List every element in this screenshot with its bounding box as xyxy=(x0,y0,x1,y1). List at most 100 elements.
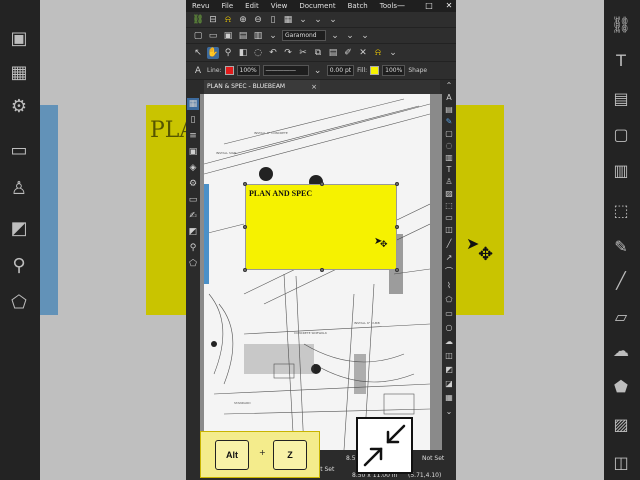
chevron-down-icon[interactable]: ⌄ xyxy=(327,14,339,26)
fill-color-swatch[interactable] xyxy=(370,66,380,75)
menu-batch[interactable]: Batch xyxy=(342,2,374,10)
line-style-select[interactable]: ――――― xyxy=(262,65,309,76)
resize-handle-ml[interactable] xyxy=(243,225,247,229)
cloud-tool-icon[interactable]: ◌ xyxy=(443,140,455,151)
properties-icon[interactable]: ⚙ xyxy=(187,178,199,190)
textbox-markup[interactable]: PLAN AND SPEC xyxy=(243,182,399,272)
bell-icon[interactable]: ⍾ xyxy=(222,14,234,26)
line-tool-icon[interactable]: ╱ xyxy=(443,238,455,249)
paste-icon[interactable]: ▤ xyxy=(327,47,339,59)
resize-handle-tl[interactable] xyxy=(243,182,247,186)
stamp-icon[interactable]: ▥ xyxy=(252,30,264,42)
delete-icon[interactable]: ✕ xyxy=(357,47,369,59)
markups-icon[interactable]: ≡ xyxy=(187,130,199,142)
resize-handle-bm[interactable] xyxy=(320,268,324,272)
measure-icon[interactable]: ▭ xyxy=(187,194,199,206)
drawing-page[interactable]: INSTALL SIGN INSTALL 6" CONCRETE CONCRET… xyxy=(204,94,430,450)
chevron-down-icon[interactable]: ⌄ xyxy=(359,30,371,42)
highlight-icon[interactable]: ⍾ xyxy=(372,47,384,59)
layers-icon[interactable]: ◈ xyxy=(187,162,199,174)
undo-icon[interactable]: ↶ xyxy=(267,47,279,59)
chevron-down-icon[interactable]: ⌄ xyxy=(297,14,309,26)
new-file-icon[interactable]: ▢ xyxy=(192,30,204,42)
search-icon[interactable]: ⚲ xyxy=(187,242,199,254)
rectangle-tool-icon[interactable]: ▭ xyxy=(443,308,455,319)
minimize-button[interactable]: — xyxy=(394,0,408,12)
copy-icon[interactable]: ⧉ xyxy=(312,47,324,59)
chevron-down-icon[interactable]: ⌄ xyxy=(312,65,324,77)
pen-tool-icon[interactable]: ✎ xyxy=(443,116,455,127)
snapshot-tool-icon[interactable]: ⬚ xyxy=(443,200,455,211)
grid-icon[interactable]: ▦ xyxy=(282,14,294,26)
tab-close-icon[interactable]: × xyxy=(311,80,317,94)
ellipse-tool-icon[interactable]: ○ xyxy=(443,322,455,333)
save-icon[interactable]: ▣ xyxy=(222,30,234,42)
cloud-shape-icon[interactable]: ☁ xyxy=(443,336,455,347)
lock-icon[interactable]: ⊟ xyxy=(207,14,219,26)
eraser-tool-icon[interactable]: ◫ xyxy=(443,224,455,235)
chevron-down-icon[interactable]: ⌄ xyxy=(312,14,324,26)
font-select[interactable]: Garamond xyxy=(282,30,326,41)
zoom-out-icon[interactable]: ⊖ xyxy=(252,14,264,26)
chevron-down-icon[interactable]: ⌄ xyxy=(329,30,341,42)
chevron-down-icon[interactable]: ⌄ xyxy=(267,30,279,42)
arrow-tool-icon[interactable]: ↗ xyxy=(443,252,455,263)
link-icon[interactable]: ⛓ xyxy=(192,14,204,26)
links-icon[interactable]: ⬠ xyxy=(187,258,199,270)
pan-hand-icon[interactable]: ✋ xyxy=(207,46,219,59)
polyline-tool-icon[interactable]: ⌇ xyxy=(443,280,455,291)
chevron-up-icon[interactable]: ⌃ xyxy=(443,80,455,91)
signatures-icon[interactable]: ✍ xyxy=(187,210,199,222)
underline-tool-icon[interactable]: T xyxy=(443,164,455,175)
text-tool-icon[interactable]: A xyxy=(443,92,455,103)
bookmarks-icon[interactable]: ▯ xyxy=(187,114,199,126)
snapshot-icon[interactable]: ◧ xyxy=(237,47,249,59)
line-opacity-field[interactable]: 100% xyxy=(236,65,260,76)
menu-document[interactable]: Document xyxy=(293,2,341,10)
stamp-tool-icon[interactable]: ♙ xyxy=(443,176,455,187)
textbox-tool-icon[interactable]: ▤ xyxy=(443,104,455,115)
line-color-swatch[interactable] xyxy=(224,66,234,75)
close-button[interactable]: ✕ xyxy=(442,0,456,12)
dimension-tool-icon[interactable]: ◫ xyxy=(443,350,455,361)
page-icon[interactable]: ▯ xyxy=(267,14,279,26)
zoom-in-icon[interactable]: ⊕ xyxy=(237,14,249,26)
document-viewport[interactable]: INSTALL SIGN INSTALL 6" CONCRETE CONCRET… xyxy=(200,94,442,450)
menu-edit[interactable]: Edit xyxy=(239,2,265,10)
resize-handle-mr[interactable] xyxy=(395,225,399,229)
toolchest-icon[interactable]: ▣ xyxy=(187,146,199,158)
resize-handle-tr[interactable] xyxy=(395,182,399,186)
spaces-icon[interactable]: ◩ xyxy=(187,226,199,238)
menu-revu[interactable]: Revu xyxy=(186,2,215,10)
fill-opacity-field[interactable]: 100% xyxy=(382,65,406,76)
open-folder-icon[interactable]: ▭ xyxy=(207,30,219,42)
select-arrow-icon[interactable]: ↖ xyxy=(192,47,204,59)
arc-tool-icon[interactable]: ⌒ xyxy=(443,266,455,277)
volume-tool-icon[interactable]: ◪ xyxy=(443,378,455,389)
lasso-icon[interactable]: ◌ xyxy=(252,47,264,59)
chevron-down-icon[interactable]: ⌄ xyxy=(387,47,399,59)
resize-handle-br[interactable] xyxy=(395,268,399,272)
image-tool-icon[interactable]: ▨ xyxy=(443,188,455,199)
resize-handle-bl[interactable] xyxy=(243,268,247,272)
highlight-tool-icon[interactable]: ▥ xyxy=(443,152,455,163)
maximize-button[interactable]: □ xyxy=(422,0,436,12)
menu-view[interactable]: View xyxy=(265,2,294,10)
resize-handle-tm[interactable] xyxy=(320,182,324,186)
polygon-tool-icon[interactable]: ⬠ xyxy=(443,294,455,305)
line-width-field[interactable]: 0.00 pt xyxy=(326,65,355,76)
zoom-icon[interactable]: ⚲ xyxy=(222,47,234,59)
chevron-down-icon[interactable]: ⌄ xyxy=(344,30,356,42)
tab-plan-and-spec[interactable]: PLAN & SPEC - BLUEBEAM TUTORIALS* × xyxy=(204,80,320,104)
format-painter-icon[interactable]: ✐ xyxy=(342,47,354,59)
callout-tool-icon[interactable]: ▢ xyxy=(443,128,455,139)
print-icon[interactable]: ▤ xyxy=(237,30,249,42)
count-tool-icon[interactable]: ▦ xyxy=(443,392,455,403)
note-tool-icon[interactable]: ▭ xyxy=(443,212,455,223)
thumbnails-icon[interactable]: ▦ xyxy=(187,98,199,110)
area-tool-icon[interactable]: ◩ xyxy=(443,364,455,375)
redo-icon[interactable]: ↷ xyxy=(282,47,294,59)
text-style-icon[interactable]: A xyxy=(192,65,204,77)
chevron-down-icon[interactable]: ⌄ xyxy=(443,406,455,417)
textbox-text[interactable]: PLAN AND SPEC xyxy=(249,189,312,198)
